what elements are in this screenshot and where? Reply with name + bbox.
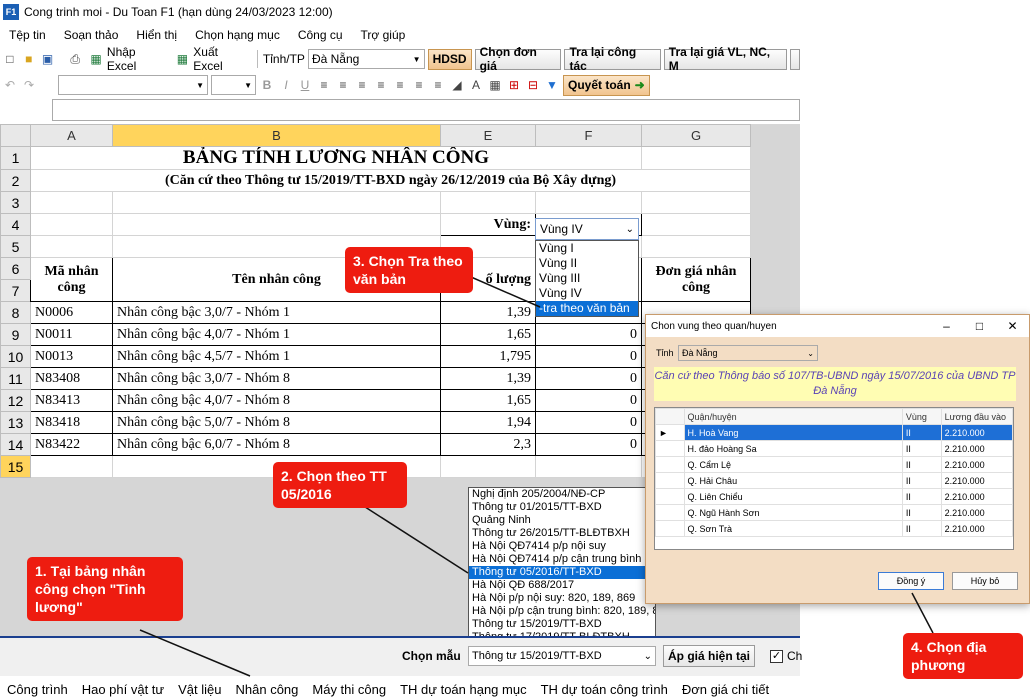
arrow-4 <box>911 592 934 634</box>
callout-step-1: 1. Tại bảng nhân công chọn "Tinh lương" <box>27 557 183 621</box>
callout-step-2: 2. Chọn theo TT 05/2016 <box>273 462 407 508</box>
arrow-1 <box>139 629 251 677</box>
callout-step-3: 3. Chọn Tra theo văn bản <box>345 247 473 293</box>
arrow-2 <box>361 504 469 574</box>
callout-step-4: 4. Chọn địa phương <box>903 633 1023 679</box>
